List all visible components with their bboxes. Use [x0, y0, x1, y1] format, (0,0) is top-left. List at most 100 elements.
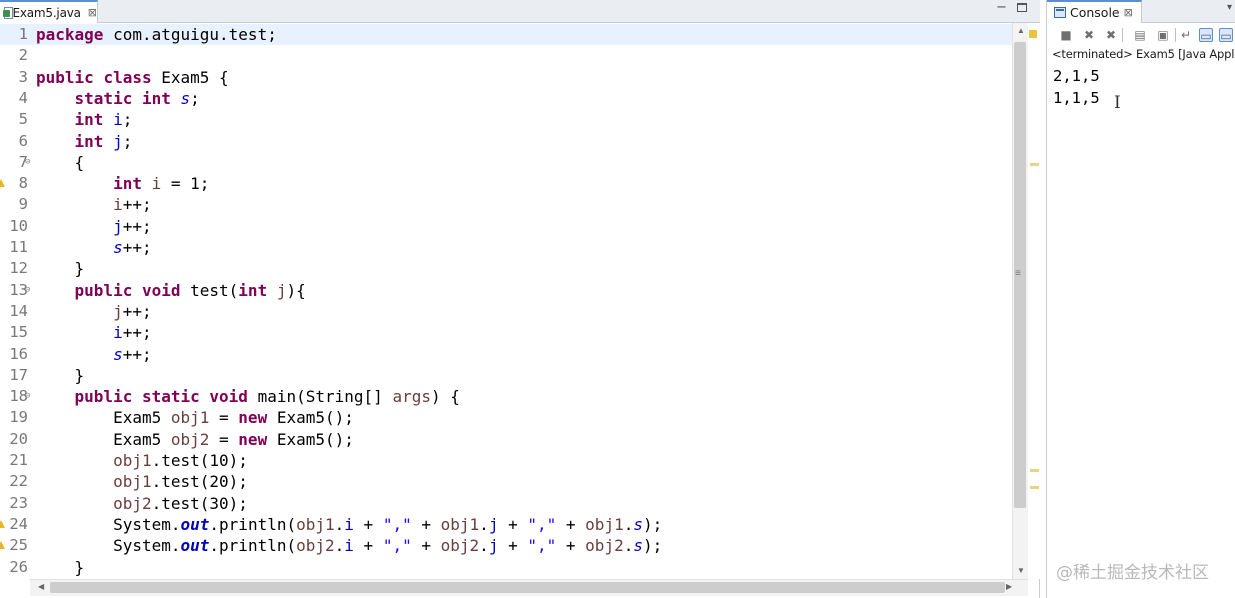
remove-launch-icon[interactable]: ✖ — [1082, 28, 1096, 42]
warning-icon[interactable] — [0, 179, 5, 188]
close-icon[interactable]: ⊠ — [88, 6, 97, 19]
code-token: ++; — [122, 323, 152, 343]
horizontal-scroll-thumb[interactable] — [50, 582, 1005, 593]
code-token: s — [113, 344, 123, 364]
editor-tab-bar: Exam5.java ⊠ − — [0, 0, 1040, 23]
code-line[interactable]: 8 int i = 1; — [0, 173, 1012, 194]
code-text: System.out.println(obj1.i + "," + obj1.j… — [36, 514, 662, 535]
show-on-stdout-icon[interactable]: ▭ — [1199, 28, 1213, 43]
code-token: obj2 — [113, 493, 152, 513]
minimize-icon[interactable]: − — [996, 0, 1007, 15]
code-line[interactable]: 1 package com.atguigu.test; — [0, 24, 1012, 46]
code-token: . — [623, 514, 634, 534]
line-number: 16 — [9, 344, 28, 363]
show-on-stderr-icon[interactable]: ▭ — [1219, 28, 1233, 43]
code-token: + — [411, 514, 441, 534]
code-token: = — [209, 408, 239, 428]
overview-ruler[interactable] — [1028, 23, 1040, 579]
code-line[interactable]: 2 — [0, 45, 1012, 66]
code-line[interactable]: 21 obj1.test(10); — [0, 450, 1012, 471]
code-token: "," — [382, 536, 412, 556]
code-line[interactable]: 5 int i; — [0, 109, 1012, 130]
code-token: "," — [527, 536, 557, 556]
code-line[interactable]: 12 } — [0, 258, 1012, 279]
ruler-warning-mark[interactable] — [1030, 469, 1039, 472]
warning-icon[interactable] — [0, 541, 5, 550]
code-line[interactable]: 16 s++; — [0, 344, 1012, 365]
code-token: class — [103, 67, 152, 87]
clear-console-icon[interactable]: ▤ — [1133, 28, 1147, 42]
code-line[interactable]: 3 public class Exam5 { — [0, 67, 1012, 88]
code-line[interactable]: 9 i++; — [0, 194, 1012, 215]
editor-tab-label: Exam5.java — [12, 5, 81, 20]
warning-icon[interactable] — [0, 519, 5, 528]
tab-console[interactable]: Console ⊠ — [1047, 0, 1142, 23]
terminate-icon[interactable]: ■ — [1059, 28, 1073, 42]
code-line[interactable]: 10 j++; — [0, 216, 1012, 237]
scroll-left-icon[interactable]: ◀ — [38, 582, 44, 591]
code-token: s — [180, 88, 191, 108]
code-line[interactable]: 26 } — [0, 557, 1012, 578]
code-line[interactable]: 22 obj1.test(20); — [0, 471, 1012, 492]
console-output-line: 2,1,5 — [1053, 67, 1100, 85]
maximize-icon[interactable] — [1017, 3, 1027, 12]
code-token: + — [353, 536, 383, 556]
fold-toggle-icon[interactable]: ⊖ — [25, 152, 30, 173]
scroll-down-icon[interactable]: ▼ — [1017, 566, 1025, 575]
remove-all-launches-icon[interactable]: ✖ — [1104, 28, 1118, 42]
ruler-summary-icon[interactable] — [1029, 30, 1037, 38]
code-token: Exam5 { — [151, 67, 229, 87]
code-line[interactable]: 4 static int s; — [0, 88, 1012, 109]
scroll-right-icon[interactable]: ▶ — [1006, 582, 1012, 591]
code-line[interactable]: 25 System.out.println(obj2.i + "," + obj… — [0, 535, 1012, 556]
code-line[interactable]: 15 i++; — [0, 322, 1012, 343]
console-output[interactable]: 2,1,5 1,1,5 — [1053, 65, 1100, 109]
console-launch-header: <terminated> Exam5 [Java Appli — [1052, 47, 1235, 61]
code-token: obj1 — [440, 514, 480, 534]
code-token: . — [334, 514, 345, 534]
fold-toggle-icon[interactable]: ⊖ — [25, 386, 30, 407]
line-number: 9 — [18, 195, 28, 214]
code-line[interactable]: 17 } — [0, 365, 1012, 386]
line-number: 6 — [18, 131, 28, 150]
ruler-warning-mark[interactable] — [1030, 163, 1039, 166]
ruler-warning-mark[interactable] — [1030, 486, 1039, 489]
code-token: Exam5(); — [267, 408, 354, 428]
code-line[interactable]: 7 ⊖ { — [0, 152, 1012, 173]
code-text: Exam5 obj1 = new Exam5(); — [36, 407, 354, 428]
code-line[interactable]: 13 ⊖ public void test(int j){ — [0, 280, 1012, 301]
java-file-icon — [3, 6, 13, 19]
code-line[interactable]: 6 int j; — [0, 131, 1012, 152]
scroll-up-icon[interactable]: ▲ — [1017, 26, 1025, 35]
text-cursor-icon: I — [1114, 93, 1121, 113]
code-token: + — [411, 536, 441, 556]
scroll-lock-icon[interactable]: ▣ — [1156, 28, 1170, 42]
code-line[interactable]: 11 s++; — [0, 237, 1012, 258]
code-token: . — [623, 536, 634, 556]
view-menu-icon[interactable]: ▾ — [1227, 2, 1232, 13]
code-line[interactable]: 14 j++; — [0, 301, 1012, 322]
code-text: { — [36, 152, 85, 173]
code-line[interactable]: 23 obj2.test(30); — [0, 493, 1012, 514]
code-token: j — [113, 301, 123, 321]
code-token: + — [556, 536, 586, 556]
fold-toggle-icon[interactable]: ⊖ — [25, 280, 30, 301]
code-line[interactable]: 20 Exam5 obj2 = new Exam5(); — [0, 429, 1012, 450]
close-icon[interactable]: ⊠ — [1124, 6, 1133, 19]
word-wrap-icon[interactable]: ↵ — [1179, 28, 1193, 42]
code-line[interactable]: 19 Exam5 obj1 = new Exam5(); — [0, 407, 1012, 428]
editor-tab-exam5[interactable]: Exam5.java ⊠ — [0, 0, 98, 23]
code-text: s++; — [36, 237, 152, 258]
code-line[interactable]: 18 ⊖ public static void main(String[] arg… — [0, 386, 1012, 407]
code-token: "," — [382, 514, 412, 534]
code-line[interactable]: 24 System.out.println(obj1.i + "," + obj… — [0, 514, 1012, 535]
code-editor[interactable]: 1 package com.atguigu.test; 2 3 public class… — [0, 23, 1012, 579]
line-number: 24 — [9, 514, 28, 533]
code-token: s — [113, 238, 123, 257]
code-token: s — [633, 536, 643, 556]
